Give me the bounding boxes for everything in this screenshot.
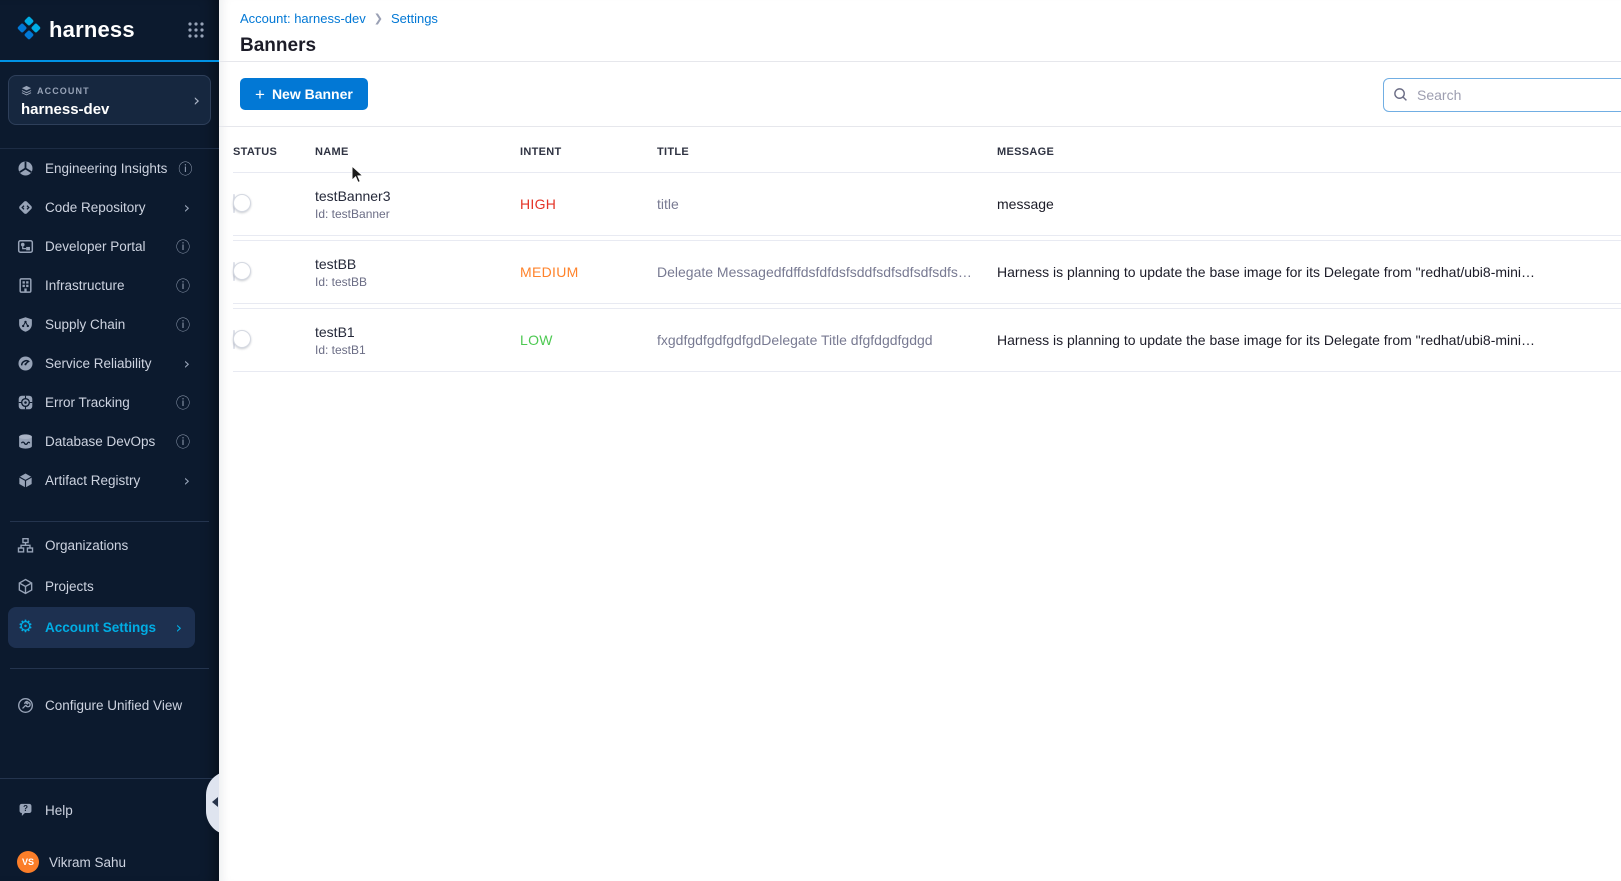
sidebar-item-account-settings[interactable]: ⚙ Account Settings › [8,607,195,648]
wrench-circle-icon [17,697,34,714]
column-header-status: STATUS [233,146,315,158]
account-label: ACCOUNT [37,86,90,96]
organizations-icon [17,537,34,554]
database-devops-icon [17,433,34,450]
info-icon[interactable]: ⓘ [178,159,192,179]
breadcrumb: Account: harness-dev ❯ Settings [240,11,1621,26]
engineering-insights-icon [17,160,34,177]
chevron-right-icon: › [184,354,190,373]
sidebar: harness ACCOUNT [0,0,219,881]
banner-status-toggle[interactable] [233,330,235,349]
sidebar-item-supply-chain[interactable]: Supply Chain ⓘ [0,305,203,344]
chevron-right-icon: › [184,471,190,490]
projects-icon [17,578,34,595]
info-icon[interactable]: ⓘ [176,276,190,296]
harness-logo[interactable]: harness [16,15,187,46]
table-row[interactable]: testB1 Id: testB1 LOW fxgdfgdfgdfgdfgdDe… [233,308,1621,372]
banner-id: Id: testBB [315,275,520,289]
developer-portal-icon [17,238,34,255]
banner-name: testBanner3 [315,188,520,204]
sidebar-item-database-devops[interactable]: Database DevOps ⓘ [0,422,203,461]
new-banner-button[interactable]: + New Banner [240,78,368,110]
banner-title: Delegate Messagedfdffdsfdfdsfsddfsdfsdfs… [657,264,997,280]
user-profile[interactable]: VS Vikram Sahu [0,843,219,881]
toolbar: + New Banner [219,62,1621,127]
sidebar-item-service-reliability[interactable]: Service Reliability › [0,344,203,383]
help-chat-icon: ? [17,802,34,819]
info-icon[interactable]: ⓘ [176,237,190,257]
sidebar-footer: ? Help VS Vikram Sahu [0,778,219,881]
column-header-title: TITLE [657,146,997,158]
plus-icon: + [255,86,265,103]
sidebar-item-developer-portal[interactable]: Developer Portal ⓘ [0,227,203,266]
search-icon [1393,87,1408,102]
info-icon[interactable]: ⓘ [176,432,190,452]
banner-message: Harness is planning to update the base i… [997,264,1621,280]
sidebar-item-engineering-insights[interactable]: Engineering Insights ⓘ [0,149,203,188]
svg-text:?: ? [23,804,28,813]
column-header-intent: INTENT [520,146,657,158]
banner-title: fxgdfgdfgdfgdfgdDelegate Title dfgfdgdfg… [657,332,997,348]
brand-text: harness [49,17,135,43]
account-scope-selector[interactable]: ACCOUNT harness-dev › [8,75,211,125]
sidebar-divider [10,521,209,522]
intent-badge: MEDIUM [520,264,657,280]
help-button[interactable]: ? Help [0,791,203,829]
table-header-row: STATUS NAME INTENT TITLE MESSAGE [233,127,1621,172]
breadcrumb-separator-icon: ❯ [374,12,383,25]
table-row[interactable]: testBB Id: testBB MEDIUM Delegate Messag… [233,240,1621,304]
search-box [1383,78,1621,112]
banner-message: Harness is planning to update the base i… [997,332,1621,348]
banner-name: testB1 [315,324,520,340]
user-name: Vikram Sahu [49,855,126,870]
sidebar-item-organizations[interactable]: Organizations [0,525,203,566]
supply-chain-icon [17,316,34,333]
column-header-name: NAME [315,146,520,158]
infrastructure-icon [17,277,34,294]
banner-title: title [657,196,997,212]
intent-badge: LOW [520,332,657,348]
sidebar-header: harness [0,0,219,62]
code-repository-icon [17,199,34,216]
app-grid-icon[interactable] [187,21,205,39]
table-row[interactable]: testBanner3 Id: testBanner HIGH title me… [233,172,1621,236]
layers-icon [21,85,32,98]
sidebar-item-error-tracking[interactable]: Error Tracking ⓘ [0,383,203,422]
sidebar-item-configure-unified-view[interactable]: Configure Unified View [0,686,203,724]
artifact-registry-icon [17,472,34,489]
breadcrumb-settings-link[interactable]: Settings [391,11,438,26]
banner-name: testBB [315,256,520,272]
page: harness ACCOUNT [0,0,1621,881]
error-tracking-icon [17,394,34,411]
banners-table: STATUS NAME INTENT TITLE MESSAGE testBan… [219,127,1621,372]
sidebar-item-code-repository[interactable]: Code Repository › [0,188,203,227]
gear-icon: ⚙ [17,619,34,636]
service-reliability-icon [17,355,34,372]
banner-message: message [997,196,1621,212]
banner-id: Id: testB1 [315,343,520,357]
account-name: harness-dev [21,101,193,118]
avatar: VS [17,851,39,873]
breadcrumb-account-link[interactable]: Account: harness-dev [240,11,366,26]
column-header-message: MESSAGE [997,146,1621,158]
sidebar-item-projects[interactable]: Projects [0,566,203,607]
sidebar-item-artifact-registry[interactable]: Artifact Registry › [0,461,203,500]
banner-id: Id: testBanner [315,207,520,221]
chevron-right-icon: › [184,198,190,217]
page-title: Banners [240,35,1621,57]
info-icon[interactable]: ⓘ [176,315,190,335]
main-content: Account: harness-dev ❯ Settings Banners … [219,0,1621,881]
intent-badge: HIGH [520,196,657,212]
sidebar-item-infrastructure[interactable]: Infrastructure ⓘ [0,266,203,305]
banner-status-toggle[interactable] [233,194,235,213]
harness-logo-icon [16,15,42,46]
sidebar-divider [10,668,209,669]
banner-status-toggle[interactable] [233,262,235,281]
chevron-right-icon: › [193,93,200,110]
chevron-right-icon: › [176,618,182,637]
info-icon[interactable]: ⓘ [176,393,190,413]
search-input[interactable] [1383,78,1621,112]
page-header: Account: harness-dev ❯ Settings Banners [219,0,1621,62]
collapse-arrow-icon [212,797,218,807]
